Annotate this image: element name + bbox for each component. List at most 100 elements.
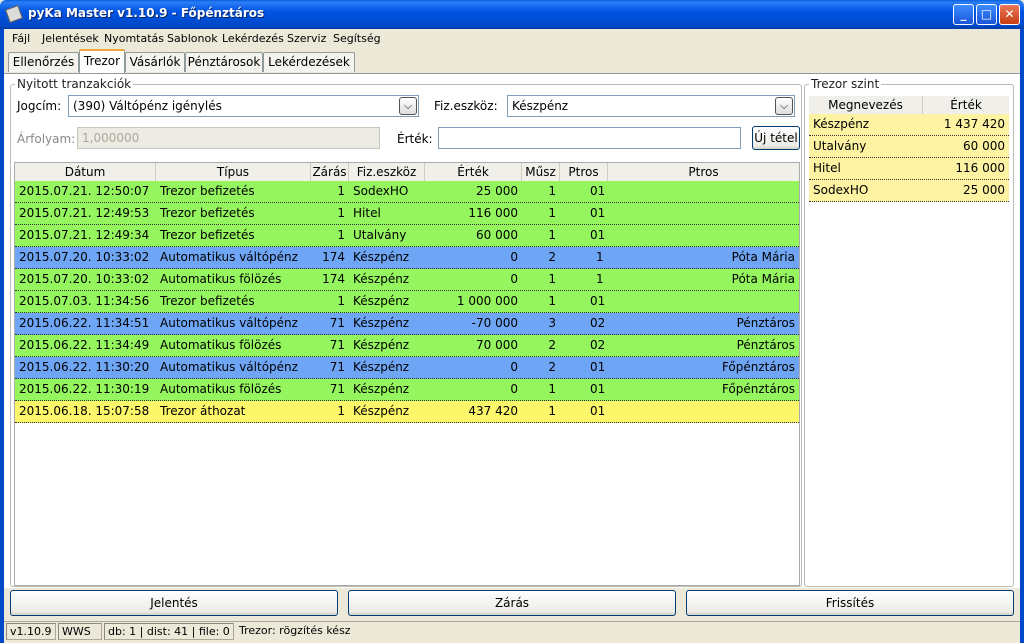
tab-lekerdezesek[interactable]: Lekérdezések — [263, 52, 355, 72]
trezor-row[interactable]: SodexHO 25 000 — [809, 180, 1009, 202]
maximize-button[interactable]: □ — [976, 4, 997, 25]
cell-musz: 1 — [548, 184, 556, 198]
table-row[interactable]: 2015.07.21. 12:49:53 Trezor befizetés 1 Hit… — [15, 203, 799, 225]
trezor-row[interactable]: Utalvány 60 000 — [809, 136, 1009, 158]
table-row[interactable]: 2015.06.18. 15:07:58 Trezor áthozat 1 Készp… — [15, 401, 799, 423]
cell-type: Trezor befizetés — [160, 294, 255, 308]
cell-fizeszkoz: Készpénz — [353, 360, 410, 374]
menu-templates[interactable]: Sablonok — [167, 32, 218, 45]
cell-ertek: 437 420 — [468, 404, 518, 418]
cell-date: 2015.06.22. 11:34:49 — [19, 338, 150, 352]
tab-vasarlok[interactable]: Vásárlók — [125, 52, 185, 72]
cell-fizeszkoz: Készpénz — [353, 294, 410, 308]
table-row[interactable]: 2015.06.22. 11:30:19 Automatikus fölözés 7… — [15, 379, 799, 401]
cell-musz: 1 — [548, 382, 556, 396]
tab-penztarosok[interactable]: Pénztárosok — [185, 52, 263, 72]
cell-fizeszkoz: Hitel — [353, 206, 381, 220]
trezor-row[interactable]: Hitel 116 000 — [809, 158, 1009, 180]
cell-type: Automatikus váltópénz — [160, 250, 298, 264]
table-row[interactable]: 2015.07.20. 10:33:02 Automatikus fölözés 1… — [15, 269, 799, 291]
menu-print[interactable]: Nyomtatás — [104, 32, 164, 45]
new-item-button[interactable]: Új tétel — [752, 126, 800, 150]
cell-ertek: 0 — [510, 382, 518, 396]
cell-zaras: 1 — [337, 184, 345, 198]
col-musz[interactable]: Műsz — [522, 163, 560, 181]
cell-ptros: 01 — [590, 206, 606, 220]
col-fizeszkoz[interactable]: Fiz.eszköz — [349, 163, 425, 181]
app-icon — [5, 5, 23, 23]
cell-ptros-name — [608, 291, 799, 313]
table-row[interactable]: 2015.07.21. 12:50:07 Trezor befizetés 1 Sod… — [15, 181, 799, 203]
cell-type: Automatikus fölözés — [160, 338, 282, 352]
cell-zaras: 1 — [337, 404, 345, 418]
title-bar[interactable]: pyKa Master v1.10.9 - Főpénztáros _ □ ✕ — [0, 0, 1024, 29]
cell-zaras: 71 — [329, 316, 345, 330]
cell-ptros: 01 — [590, 294, 606, 308]
ertek-input[interactable] — [438, 127, 741, 149]
table-row[interactable]: 2015.07.21. 12:49:34 Trezor befizetés 1 Uta… — [15, 225, 799, 247]
cell-type: Automatikus váltópénz — [160, 360, 298, 374]
report-button[interactable]: Jelentés — [10, 590, 338, 616]
cell-ptros: 02 — [590, 316, 606, 330]
table-header: Dátum Típus Zárás Fiz.eszköz Érték Műsz … — [15, 163, 799, 182]
cell-ptros-name: Póta Mária — [731, 250, 795, 264]
table-row[interactable]: 2015.07.03. 11:34:56 Trezor befizetés 1 Kés… — [15, 291, 799, 313]
cell-ertek: 70 000 — [476, 338, 518, 352]
menu-query[interactable]: Lekérdezés — [222, 32, 284, 45]
jogcim-select[interactable]: (390) Váltópénz igénylés ⌵ — [68, 95, 419, 117]
menu-file[interactable]: Fájl — [12, 32, 30, 45]
transactions-table[interactable]: Dátum Típus Zárás Fiz.eszköz Érték Műsz … — [14, 162, 800, 586]
cell-date: 2015.07.21. 12:49:53 — [19, 206, 150, 220]
cell-fizeszkoz: Utalvány — [353, 228, 407, 242]
chevron-down-icon[interactable]: ⌵ — [775, 97, 793, 115]
fizeszkoz-label: Fiz.eszköz: — [434, 99, 498, 113]
menu-service[interactable]: Szerviz — [287, 32, 326, 45]
cell-fizeszkoz: Készpénz — [353, 272, 410, 286]
cell-date: 2015.06.18. 15:07:58 — [19, 404, 150, 418]
trezor-row[interactable]: Készpénz 1 437 420 — [809, 114, 1009, 136]
cell-fizeszkoz: Készpénz — [353, 404, 410, 418]
menu-help[interactable]: Segítség — [333, 32, 381, 45]
cell-ertek: 25 000 — [476, 184, 518, 198]
cell-ptros-name — [608, 225, 799, 247]
cell-trezor-ertek: 60 000 — [963, 139, 1005, 153]
col-ertek[interactable]: Érték — [425, 163, 522, 181]
cell-ptros: 1 — [596, 272, 604, 286]
menu-reports[interactable]: Jelentések — [42, 32, 99, 45]
table-row[interactable]: 2015.07.20. 10:33:02 Automatikus váltópén… — [15, 247, 799, 269]
table-row[interactable]: 2015.06.22. 11:30:20 Automatikus váltópén… — [15, 357, 799, 379]
col-datum[interactable]: Dátum — [15, 163, 156, 181]
ertek-label: Érték: — [397, 132, 433, 146]
tab-ellenorzes[interactable]: Ellenőrzés — [8, 52, 79, 72]
cell-ptros: 01 — [590, 404, 606, 418]
table-row[interactable]: 2015.06.22. 11:34:49 Automatikus fölözés 7… — [15, 335, 799, 357]
col-megnevezes[interactable]: Megnevezés — [809, 96, 923, 114]
jogcim-value: (390) Váltópénz igénylés — [73, 99, 222, 113]
fizeszkoz-select[interactable]: Készpénz ⌵ — [507, 95, 795, 117]
cell-zaras: 1 — [337, 206, 345, 220]
col-zaras[interactable]: Zárás — [311, 163, 349, 181]
open-transactions-label: Nyitott tranzakciók — [15, 77, 134, 91]
cell-trezor-ertek: 25 000 — [963, 183, 1005, 197]
status-message: Trezor: rögzítés kész — [239, 624, 351, 637]
arfolyam-label: Árfolyam: — [17, 132, 76, 146]
cell-ptros-name: Főpénztáros — [721, 382, 795, 396]
col-ptros[interactable]: Ptros — [560, 163, 608, 181]
arfolyam-input[interactable] — [77, 127, 380, 149]
close-day-button[interactable]: Zárás — [348, 590, 676, 616]
cell-date: 2015.07.03. 11:34:56 — [19, 294, 150, 308]
fizeszkoz-value: Készpénz — [512, 99, 569, 113]
cell-ertek: 0 — [510, 250, 518, 264]
chevron-down-icon[interactable]: ⌵ — [399, 97, 417, 115]
col-trezor-ertek[interactable]: Érték — [923, 96, 1009, 114]
cell-ertek: 116 000 — [468, 206, 518, 220]
table-row[interactable]: 2015.06.22. 11:34:51 Automatikus váltópén… — [15, 313, 799, 335]
cell-musz: 3 — [548, 316, 556, 330]
col-tipus[interactable]: Típus — [156, 163, 311, 181]
refresh-button[interactable]: Frissítés — [686, 590, 1014, 616]
col-ptros-name[interactable]: Ptros — [608, 163, 799, 181]
tab-trezor[interactable]: Trezor — [79, 49, 125, 73]
minimize-button[interactable]: _ — [953, 4, 974, 25]
window-frame-right — [1020, 29, 1024, 643]
close-button[interactable]: ✕ — [999, 4, 1020, 25]
